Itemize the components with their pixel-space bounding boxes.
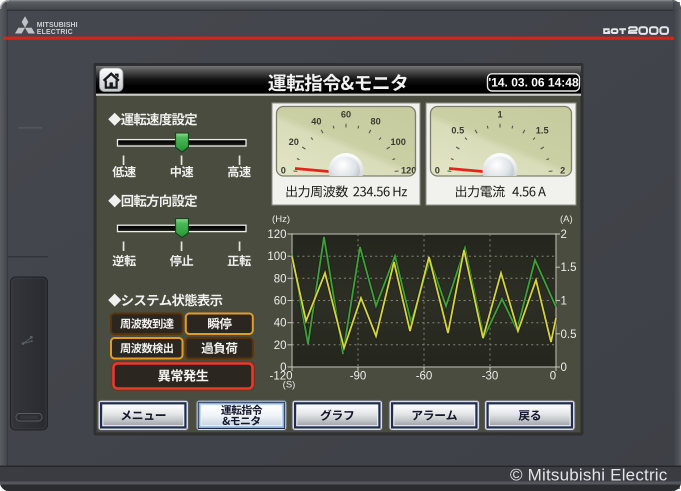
svg-text:100: 100 (267, 251, 286, 263)
svg-text:© Mitsubishi Electric: © Mitsubishi Electric (510, 466, 668, 485)
svg-text:60: 60 (341, 109, 351, 119)
svg-text:0: 0 (561, 362, 567, 374)
svg-text:1.5: 1.5 (536, 126, 549, 136)
svg-text:2: 2 (560, 166, 565, 176)
svg-text:0.5: 0.5 (561, 329, 577, 341)
svg-text:100: 100 (391, 137, 406, 147)
svg-text:(S): (S) (283, 380, 296, 391)
svg-text:-30: -30 (482, 371, 499, 383)
svg-text:MITSUBISHI: MITSUBISHI (37, 22, 78, 29)
svg-text:80: 80 (370, 117, 380, 127)
svg-text:0: 0 (281, 166, 286, 176)
svg-text:0.5: 0.5 (451, 126, 464, 136)
svg-text:0: 0 (550, 371, 556, 383)
svg-text:(Hz): (Hz) (272, 214, 290, 225)
svg-text:-60: -60 (416, 371, 433, 383)
svg-text:'14. 03. 06 14:48: '14. 03. 06 14:48 (488, 76, 579, 90)
svg-text:20: 20 (289, 137, 299, 147)
svg-text:0: 0 (435, 166, 440, 176)
svg-text:(A): (A) (560, 214, 573, 225)
svg-text:2: 2 (561, 229, 567, 241)
svg-text:40: 40 (274, 318, 287, 330)
svg-text:20: 20 (274, 340, 287, 352)
svg-text:1.5: 1.5 (561, 262, 577, 274)
svg-text:1: 1 (497, 109, 502, 119)
svg-text:1: 1 (561, 296, 567, 308)
svg-text:80: 80 (274, 273, 287, 285)
svg-text:60: 60 (274, 296, 287, 308)
svg-text:120: 120 (267, 229, 286, 241)
svg-text:40: 40 (311, 117, 321, 127)
svg-text:-90: -90 (350, 371, 367, 383)
svg-text:ELECTRIC: ELECTRIC (37, 29, 73, 36)
